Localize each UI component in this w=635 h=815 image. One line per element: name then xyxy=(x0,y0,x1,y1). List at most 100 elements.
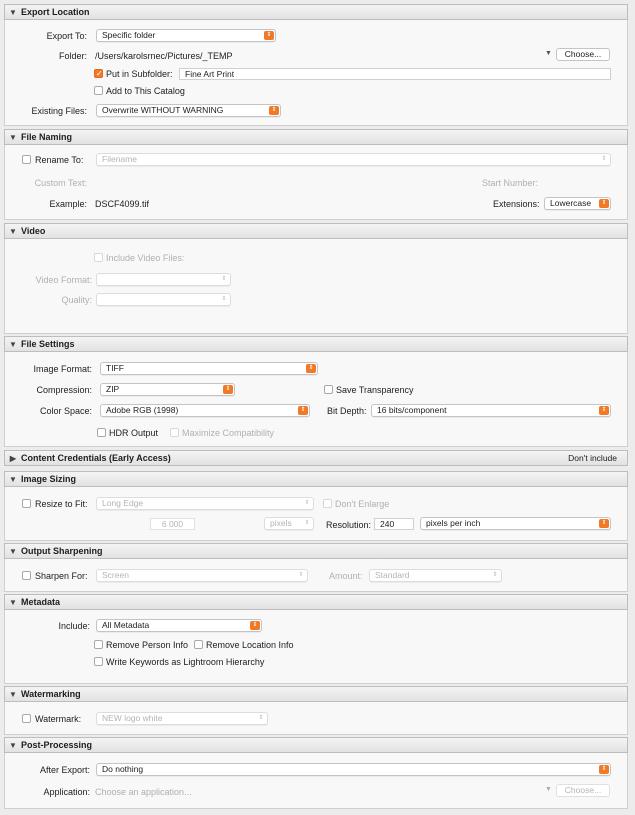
maximize-compat-label: Maximize Compatibility xyxy=(182,428,275,438)
section-body-metadata: Include: All Metadata ⇕ Remove Person In… xyxy=(4,610,628,684)
section-body-file-naming: Rename To: Filename ⇕ Custom Text: Start… xyxy=(4,145,628,220)
expanded-triangle-icon: ▼ xyxy=(9,226,17,236)
color-space-value: Adobe RGB (1998) xyxy=(106,405,179,415)
amount-label: Amount: xyxy=(329,571,363,581)
remove-person-checkbox[interactable] xyxy=(94,640,103,649)
section-header-export-location[interactable]: ▼ Export Location xyxy=(4,4,628,20)
amount-popup[interactable]: Standard ⇕ xyxy=(369,569,502,582)
size-value-input[interactable]: 6 000 xyxy=(150,518,195,530)
resize-mode-popup[interactable]: Long Edge ⇕ xyxy=(96,497,314,510)
extensions-popup[interactable]: Lowercase ⇕ xyxy=(544,197,611,210)
section-title: Post-Processing xyxy=(21,740,93,750)
section-title: File Settings xyxy=(21,339,75,349)
quality-popup[interactable]: ⇕ xyxy=(96,293,231,306)
remove-location-label: Remove Location Info xyxy=(206,640,294,650)
size-units-popup[interactable]: pixels ⇕ xyxy=(264,517,314,530)
section-header-file-naming[interactable]: ▼ File Naming xyxy=(4,129,628,145)
resolution-units-popup[interactable]: pixels per inch ⇕ xyxy=(420,517,611,530)
subfolder-checkbox[interactable] xyxy=(94,69,103,78)
watermark-popup[interactable]: NEW logo white ⇕ xyxy=(96,712,268,725)
export-to-value: Specific folder xyxy=(102,30,156,40)
resize-to-fit-checkbox[interactable] xyxy=(22,499,31,508)
choose-folder-button[interactable]: Choose... xyxy=(556,48,610,61)
section-body-post-processing: After Export: Do nothing ⇕ Application: … xyxy=(4,753,628,809)
save-transparency-checkbox[interactable] xyxy=(324,385,333,394)
resolution-input[interactable]: 240 xyxy=(374,518,414,530)
dont-enlarge-label: Don't Enlarge xyxy=(335,499,390,509)
section-header-video[interactable]: ▼ Video xyxy=(4,223,628,239)
sharpen-for-popup[interactable]: Screen ⇕ xyxy=(96,569,308,582)
image-format-value: TIFF xyxy=(106,363,124,373)
expanded-triangle-icon: ▼ xyxy=(9,7,17,17)
bit-depth-popup[interactable]: 16 bits/component ⇕ xyxy=(371,404,611,417)
amount-value: Standard xyxy=(375,570,410,580)
section-header-image-sizing[interactable]: ▼ Image Sizing xyxy=(4,471,628,487)
include-label: Include: xyxy=(58,621,90,631)
section-header-post-processing[interactable]: ▼ Post-Processing xyxy=(4,737,628,753)
popup-arrows-icon: ⇕ xyxy=(304,520,310,526)
sharpen-checkbox[interactable] xyxy=(22,571,31,580)
section-body-video: Include Video Files: Video Format: ⇕ Qua… xyxy=(4,239,628,334)
subfolder-name-input[interactable]: Fine Art Print xyxy=(179,68,611,80)
rename-checkbox[interactable] xyxy=(22,155,31,164)
popup-arrows-icon: ⇕ xyxy=(223,385,233,394)
resize-to-fit-label: Resize to Fit: xyxy=(35,499,88,509)
metadata-include-popup[interactable]: All Metadata ⇕ xyxy=(96,619,262,632)
resolution-units-value: pixels per inch xyxy=(426,518,481,528)
section-header-output-sharpening[interactable]: ▼ Output Sharpening xyxy=(4,543,628,559)
metadata-include-value: All Metadata xyxy=(102,620,150,630)
watermark-label: Watermark: xyxy=(35,714,82,724)
quality-label: Quality: xyxy=(61,295,92,305)
application-history-arrow-icon[interactable]: ▼ xyxy=(545,786,552,793)
video-format-popup[interactable]: ⇕ xyxy=(96,273,231,286)
extensions-label: Extensions: xyxy=(493,199,540,209)
watermark-checkbox[interactable] xyxy=(22,714,31,723)
application-placeholder[interactable]: Choose an application... xyxy=(95,787,192,797)
popup-arrows-icon: ⇕ xyxy=(298,572,304,578)
popup-arrows-icon: ⇕ xyxy=(599,519,609,528)
color-space-popup[interactable]: Adobe RGB (1998) ⇕ xyxy=(100,404,310,417)
expanded-triangle-icon: ▼ xyxy=(9,740,17,750)
section-header-file-settings[interactable]: ▼ File Settings xyxy=(4,336,628,352)
add-to-catalog-checkbox[interactable] xyxy=(94,86,103,95)
image-format-popup[interactable]: TIFF ⇕ xyxy=(100,362,318,375)
rename-template-popup[interactable]: Filename ⇕ xyxy=(96,153,611,166)
popup-arrows-icon: ⇕ xyxy=(250,621,260,630)
existing-files-popup[interactable]: Overwrite WITHOUT WARNING ⇕ xyxy=(96,104,281,117)
after-export-popup[interactable]: Do nothing ⇕ xyxy=(96,763,611,776)
expanded-triangle-icon: ▼ xyxy=(9,689,17,699)
write-keywords-checkbox[interactable] xyxy=(94,657,103,666)
section-header-content-credentials[interactable]: ▶ Content Credentials (Early Access) Don… xyxy=(4,450,628,466)
compression-value: ZIP xyxy=(106,384,120,394)
popup-arrows-icon: ⇕ xyxy=(269,106,279,115)
subfolder-label: Put in Subfolder: xyxy=(106,69,173,79)
add-to-catalog-label: Add to This Catalog xyxy=(106,86,185,96)
folder-history-arrow-icon[interactable]: ▼ xyxy=(545,50,552,57)
folder-path: /Users/karolsrnec/Pictures/_TEMP xyxy=(95,51,233,61)
remove-person-label: Remove Person Info xyxy=(106,640,189,650)
popup-arrows-icon: ⇕ xyxy=(264,31,274,40)
popup-arrows-icon: ⇕ xyxy=(298,406,308,415)
export-to-popup[interactable]: Specific folder ⇕ xyxy=(96,29,276,42)
maximize-compat-checkbox[interactable] xyxy=(170,428,179,437)
section-header-metadata[interactable]: ▼ Metadata xyxy=(4,594,628,610)
color-space-label: Color Space: xyxy=(39,406,92,416)
existing-files-value: Overwrite WITHOUT WARNING xyxy=(102,105,224,115)
remove-location-checkbox[interactable] xyxy=(194,640,203,649)
content-credentials-status: Don't include xyxy=(568,453,617,463)
expanded-triangle-icon: ▼ xyxy=(9,474,17,484)
export-to-label: Export To: xyxy=(46,31,87,41)
extensions-value: Lowercase xyxy=(550,198,592,208)
include-video-checkbox[interactable] xyxy=(94,253,103,262)
compression-popup[interactable]: ZIP ⇕ xyxy=(100,383,235,396)
popup-arrows-icon: ⇕ xyxy=(601,156,607,162)
choose-application-button[interactable]: Choose... xyxy=(556,784,610,797)
write-keywords-label: Write Keywords as Lightroom Hierarchy xyxy=(106,657,265,667)
dont-enlarge-checkbox[interactable] xyxy=(323,499,332,508)
resolution-label: Resolution: xyxy=(326,520,372,530)
section-header-watermarking[interactable]: ▼ Watermarking xyxy=(4,686,628,702)
section-title: Watermarking xyxy=(21,689,81,699)
resize-mode-value: Long Edge xyxy=(102,498,144,508)
hdr-output-checkbox[interactable] xyxy=(97,428,106,437)
section-body-file-settings: Image Format: TIFF ⇕ Compression: ZIP ⇕ … xyxy=(4,352,628,447)
